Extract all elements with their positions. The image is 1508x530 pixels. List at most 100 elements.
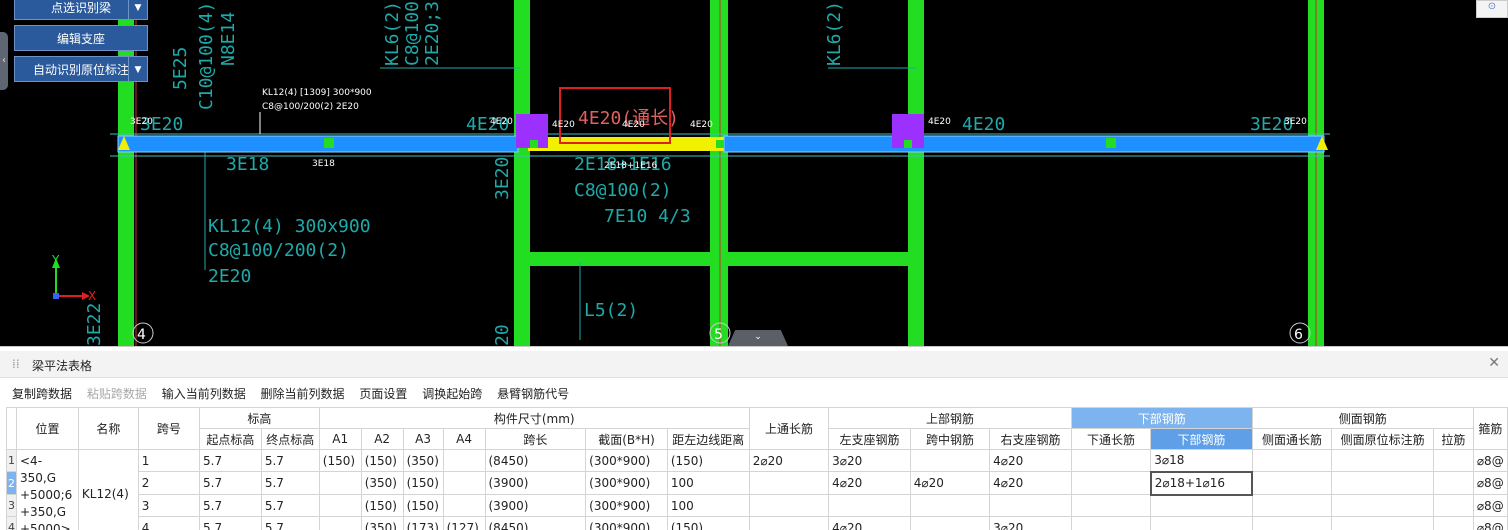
span-cell[interactable]: 1 [138,450,199,472]
position-cell[interactable]: <4-350,G +5000;6 +350,G +5000> [17,450,79,530]
bottom-continuous-cell[interactable] [1071,517,1150,530]
bottom-steel-cell[interactable]: 3⌀18 [1151,450,1252,472]
edge-distance-cell[interactable]: (150) [667,450,749,472]
a3-cell[interactable]: (150) [403,495,443,517]
bottom-continuous-cell[interactable] [1071,495,1150,517]
mid-steel-cell[interactable] [910,517,989,530]
top-continuous-cell[interactable] [749,517,828,530]
pick-beam-dropdown-icon[interactable]: ▼ [128,0,147,19]
right-support-cell[interactable] [990,495,1072,517]
beam-span-1[interactable] [118,136,518,152]
row-number[interactable]: 3 [7,495,17,517]
a1-cell[interactable] [319,472,361,495]
span-length-cell[interactable]: (8450) [485,450,586,472]
swap-start-span-button[interactable]: 调换起始跨 [422,387,482,401]
row-number[interactable]: 4 [7,517,17,530]
a1-cell[interactable] [319,495,361,517]
column-4[interactable] [118,0,134,346]
section-cell[interactable]: (300*900) [586,517,668,530]
delete-column-data-button[interactable]: 删除当前列数据 [261,387,345,401]
end-elev-cell[interactable]: 5.7 [261,517,319,530]
column-5[interactable] [710,0,728,346]
lower-beam[interactable] [514,252,924,266]
row-number[interactable]: 1 [7,450,17,472]
paste-span-data-button[interactable]: 粘贴跨数据 [87,387,147,401]
table-row[interactable]: 1 <4-350,G +5000;6 +350,G +5000> KL12(4)… [7,450,1508,472]
table-row[interactable]: 4 4 5.7 5.7 (350) (173) (127) (8450) (30… [7,517,1508,530]
left-support-cell[interactable] [829,495,911,517]
a4-cell[interactable] [443,450,485,472]
pick-beam-button[interactable]: 点选识别梁▼ [14,0,148,20]
span-cell[interactable]: 2 [138,472,199,495]
side-in-situ-cell[interactable] [1332,495,1434,517]
stirrup-cell[interactable]: ⌀8@ [1473,495,1507,517]
page-setup-button[interactable]: 页面设置 [359,387,407,401]
a2-cell[interactable]: (150) [361,495,403,517]
cad-viewport[interactable]: 4 5 6 Y X KL6(2) 3 C8@100(2 2E20;3E1 KL6… [0,0,1508,346]
end-elev-cell[interactable]: 5.7 [261,450,319,472]
end-elev-cell[interactable]: 5.7 [261,495,319,517]
stirrup-cell[interactable]: ⌀8@ [1473,472,1507,495]
table-row[interactable]: 2 2 5.7 5.7 (350) (150) (3900) (300*900)… [7,472,1508,495]
mid-steel-cell[interactable]: 4⌀20 [910,472,989,495]
right-support-cell[interactable]: 3⌀20 [990,517,1072,530]
mid-steel-cell[interactable] [910,495,989,517]
left-support-cell[interactable]: 3⌀20 [829,450,911,472]
bottom-continuous-cell[interactable] [1071,472,1150,495]
side-in-situ-cell[interactable] [1332,450,1434,472]
wall-right-mid[interactable] [908,0,924,346]
end-elev-cell[interactable]: 5.7 [261,472,319,495]
a2-cell[interactable]: (350) [361,472,403,495]
span-cell[interactable]: 4 [138,517,199,530]
auto-identify-button[interactable]: 自动识别原位标注▼ [14,56,148,82]
bottom-continuous-cell[interactable] [1071,450,1150,472]
bottom-steel-cell[interactable] [1151,495,1252,517]
left-support-cell[interactable]: 4⌀20 [829,517,911,530]
side-continuous-cell[interactable] [1252,450,1332,472]
side-continuous-cell[interactable] [1252,517,1332,530]
a2-cell[interactable]: (150) [361,450,403,472]
a4-cell[interactable] [443,495,485,517]
span-length-cell[interactable]: (3900) [485,472,586,495]
stirrup-cell[interactable]: ⌀8@ [1473,450,1507,472]
close-icon[interactable]: ✕ [1488,355,1500,371]
a3-cell[interactable]: (350) [403,450,443,472]
panel-titlebar[interactable]: ⁞⁞ 梁平法表格 ✕ [0,351,1508,378]
right-support-cell[interactable]: 4⌀20 [990,450,1072,472]
span-length-cell[interactable]: (8450) [485,517,586,530]
tie-bar-cell[interactable] [1434,472,1474,495]
span-cell[interactable]: 3 [138,495,199,517]
input-column-data-button[interactable]: 输入当前列数据 [162,387,246,401]
a4-cell[interactable]: (127) [443,517,485,530]
stirrup-cell[interactable]: ⌀8@ [1473,517,1507,530]
drag-grip-icon[interactable]: ⁞⁞ [12,357,20,371]
cad-drawing[interactable]: 4 5 6 Y X KL6(2) 3 C8@100(2 2E20;3E1 KL6… [0,0,1508,346]
a2-cell[interactable]: (350) [361,517,403,530]
table-scroll-area[interactable]: 位置 名称 跨号 标高 构件尺寸(mm) 上通长筋 上部钢筋 下部钢筋 侧面钢筋… [6,407,1508,530]
section-cell[interactable]: (300*900) [586,450,668,472]
a1-cell[interactable]: (150) [319,450,361,472]
edge-distance-cell[interactable]: 100 [667,472,749,495]
beam-span-4[interactable] [724,136,1324,152]
side-in-situ-cell[interactable] [1332,472,1434,495]
a3-cell[interactable]: (173) [403,517,443,530]
a3-cell[interactable]: (150) [403,472,443,495]
start-elev-cell[interactable]: 5.7 [200,495,262,517]
mid-steel-cell[interactable] [910,450,989,472]
start-elev-cell[interactable]: 5.7 [200,517,262,530]
bottom-steel-cell[interactable] [1151,517,1252,530]
row-number[interactable]: 2 [7,472,17,495]
a4-cell[interactable] [443,472,485,495]
bottom-steel-cell-active[interactable]: 2⌀18+1⌀16 [1151,472,1252,495]
start-elev-cell[interactable]: 5.7 [200,472,262,495]
view-settings-icon[interactable]: ⊙ [1476,0,1508,18]
left-support-cell[interactable]: 4⌀20 [829,472,911,495]
edge-distance-cell[interactable]: (150) [667,517,749,530]
auto-identify-dropdown-icon[interactable]: ▼ [128,57,147,81]
span-length-cell[interactable]: (3900) [485,495,586,517]
side-in-situ-cell[interactable] [1332,517,1434,530]
name-cell[interactable]: KL12(4) [78,450,138,530]
cantilever-code-button[interactable]: 悬臂钢筋代号 [497,387,569,401]
side-continuous-cell[interactable] [1252,472,1332,495]
side-continuous-cell[interactable] [1252,495,1332,517]
